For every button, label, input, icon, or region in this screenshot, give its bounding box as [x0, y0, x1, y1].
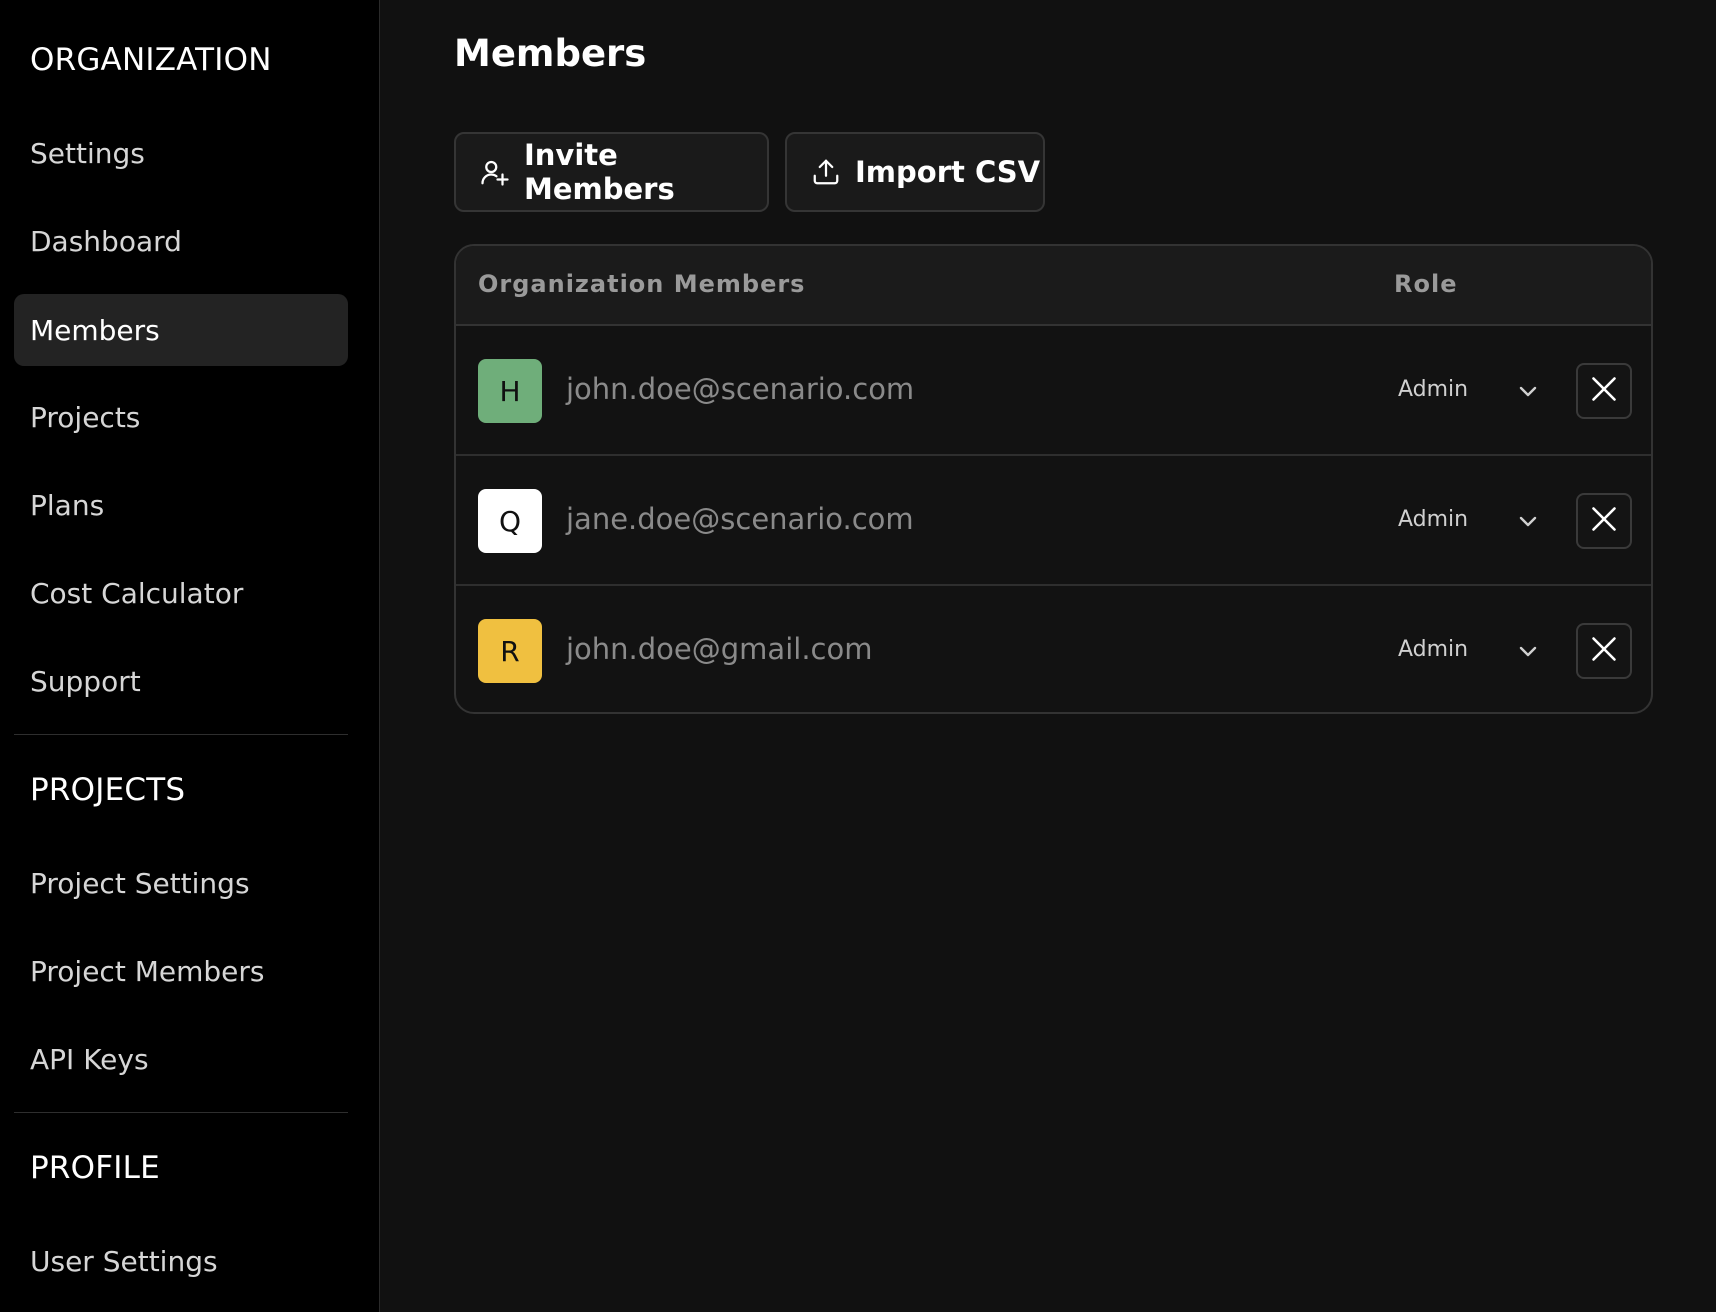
role-dropdown[interactable]: Admin — [1392, 367, 1556, 415]
sidebar-divider — [14, 1112, 348, 1113]
table-header: Organization Members Role — [456, 246, 1651, 326]
sidebar-item-members[interactable]: Members — [14, 294, 348, 366]
app: ORGANIZATION Settings Dashboard Members … — [0, 0, 1716, 1312]
sidebar-item-plans[interactable]: Plans — [14, 469, 348, 541]
sidebar-item-settings[interactable]: Settings — [14, 117, 348, 189]
sidebar-item-support[interactable]: Support — [14, 645, 348, 717]
sidebar-item-dashboard[interactable]: Dashboard — [14, 205, 348, 277]
invite-members-button[interactable]: Invite Members — [454, 132, 769, 212]
upload-icon — [811, 157, 841, 187]
import-csv-button[interactable]: Import CSV — [785, 132, 1045, 212]
sidebar-item-cost-calculator[interactable]: Cost Calculator — [14, 557, 348, 629]
sidebar-item-user-settings[interactable]: User Settings — [14, 1225, 348, 1297]
invite-members-label: Invite Members — [524, 138, 675, 206]
close-icon — [1590, 635, 1618, 667]
sidebar-item-project-settings[interactable]: Project Settings — [14, 847, 348, 919]
avatar: H — [478, 359, 542, 423]
member-email: jane.doe@scenario.com — [566, 502, 914, 536]
role-value: Admin — [1398, 507, 1469, 532]
member-email: john.doe@gmail.com — [566, 632, 873, 666]
column-header-members: Organization Members — [478, 270, 806, 298]
table-row: H john.doe@scenario.com Admin — [456, 326, 1651, 456]
section-title-organization: ORGANIZATION — [30, 42, 272, 78]
section-title-profile: PROFILE — [30, 1150, 160, 1186]
section-title-projects: PROJECTS — [30, 772, 186, 808]
sidebar: ORGANIZATION Settings Dashboard Members … — [0, 0, 380, 1312]
import-csv-label: Import CSV — [855, 155, 1041, 189]
sidebar-item-project-members[interactable]: Project Members — [14, 935, 348, 1007]
sidebar-item-api-keys[interactable]: API Keys — [14, 1023, 348, 1095]
role-dropdown[interactable]: Admin — [1392, 497, 1556, 545]
sidebar-item-projects[interactable]: Projects — [14, 381, 348, 453]
role-value: Admin — [1398, 637, 1469, 662]
avatar: Q — [478, 489, 542, 553]
column-header-role: Role — [1394, 270, 1458, 298]
chevron-down-icon — [1516, 641, 1540, 661]
remove-member-button[interactable] — [1576, 363, 1632, 419]
sidebar-divider — [14, 734, 348, 735]
chevron-down-icon — [1516, 511, 1540, 531]
members-table: Organization Members Role H john.doe@sce… — [454, 244, 1653, 714]
avatar: R — [478, 619, 542, 683]
remove-member-button[interactable] — [1576, 623, 1632, 679]
role-dropdown[interactable]: Admin — [1392, 627, 1556, 675]
close-icon — [1590, 375, 1618, 407]
close-icon — [1590, 505, 1618, 537]
page-title: Members — [454, 32, 647, 75]
user-plus-icon — [480, 157, 510, 187]
table-row: Q jane.doe@scenario.com Admin — [456, 456, 1651, 586]
role-value: Admin — [1398, 377, 1469, 402]
chevron-down-icon — [1516, 381, 1540, 401]
remove-member-button[interactable] — [1576, 493, 1632, 549]
table-row: R john.doe@gmail.com Admin — [456, 586, 1651, 712]
member-email: john.doe@scenario.com — [566, 372, 915, 406]
